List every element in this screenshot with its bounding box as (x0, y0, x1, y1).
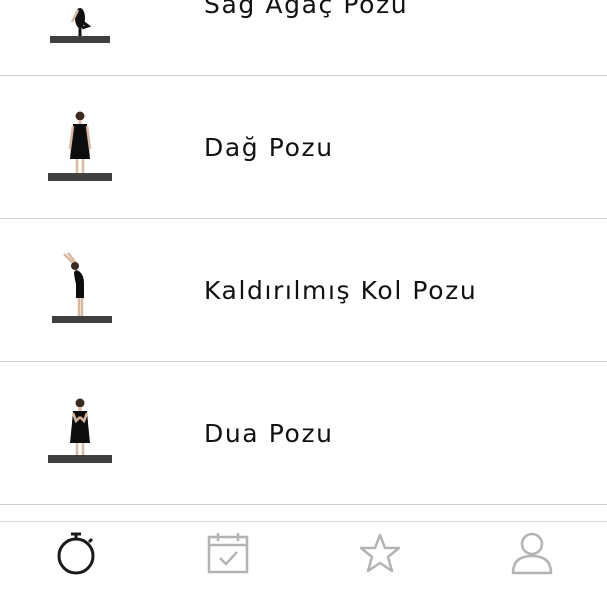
tab-favorites[interactable] (320, 522, 440, 600)
pose-list-item-prayer[interactable]: Dua Pozu (0, 363, 607, 505)
pose-name: Dağ Pozu (204, 133, 334, 162)
person-icon (511, 532, 553, 575)
raised-arms-pose-figure (52, 252, 112, 323)
pose-list-item-raised-arms[interactable]: Kaldırılmış Kol Pozu (0, 220, 607, 362)
stopwatch-icon (57, 532, 95, 575)
row-divider (0, 218, 607, 219)
row-divider (0, 361, 607, 362)
calendar-check-icon (207, 533, 249, 574)
prayer-pose-figure (48, 398, 112, 463)
pose-list[interactable]: Sağ Ağaç Pozu Dağ Pozu Kaldırılmış Kol P… (0, 0, 607, 521)
row-divider (0, 75, 607, 76)
bottom-tab-bar (0, 521, 607, 600)
pose-list-item-mountain[interactable]: Dağ Pozu (0, 77, 607, 219)
pose-name: Dua Pozu (204, 419, 334, 448)
tab-calendar[interactable] (168, 522, 288, 600)
pose-name: Kaldırılmış Kol Pozu (204, 276, 478, 305)
row-divider (0, 504, 607, 505)
tab-profile[interactable] (472, 522, 592, 600)
pose-list-item-tree[interactable]: Sağ Ağaç Pozu (0, 0, 607, 76)
tree-pose-figure (50, 8, 110, 43)
star-icon (359, 533, 401, 573)
pose-name: Sağ Ağaç Pozu (204, 0, 409, 19)
tab-timer[interactable] (16, 522, 136, 600)
mountain-pose-figure (48, 111, 112, 181)
yoga-app-screen: Sağ Ağaç Pozu Dağ Pozu Kaldırılmış Kol P… (0, 0, 607, 600)
